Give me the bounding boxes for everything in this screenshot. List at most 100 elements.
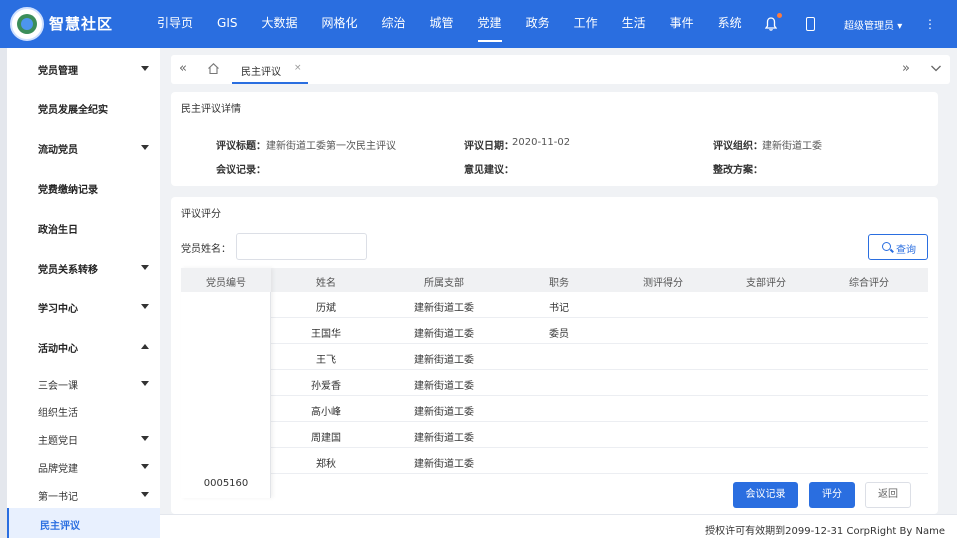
table-cell: 建新街道工委	[414, 381, 474, 392]
table-row[interactable]: 周建国 建新街道工委	[181, 422, 928, 448]
table-header: 姓名 所属支部 职务 测评得分 支部评分 综合评分	[181, 268, 928, 292]
license-text: 授权许可有效期到2099-12-31 CorpRight By Name	[705, 526, 945, 537]
sidebar-item[interactable]: 政治生日	[7, 221, 160, 236]
chevron-down-icon	[141, 304, 149, 309]
sidebar-item-active[interactable]: 民主评议	[7, 508, 160, 538]
tab-democratic-review[interactable]: 民主评议 ×	[232, 55, 308, 84]
back-button[interactable]: 返回	[865, 482, 911, 508]
chevron-down-icon	[141, 381, 149, 386]
column-header: 所属支部	[424, 278, 464, 289]
column-header-member-id: 党员编号	[206, 278, 246, 289]
nav-item[interactable]: 大数据	[249, 0, 309, 48]
table-row[interactable]: 王国华 建新街道工委 委员	[181, 318, 928, 344]
chevron-down-icon[interactable]	[930, 62, 942, 78]
chevron-down-icon	[141, 436, 149, 441]
table-row[interactable]: 历斌 建新街道工委 书记	[181, 292, 928, 318]
table-cell: 郑秋	[316, 459, 336, 470]
record-label: 会议记录：	[216, 165, 266, 176]
search-icon	[882, 242, 891, 251]
table-cell: 建新街道工委	[414, 433, 474, 444]
nav-item[interactable]: 事件	[658, 0, 706, 48]
chevron-down-icon	[141, 66, 149, 71]
score-button[interactable]: 评分	[809, 482, 855, 508]
nav-item[interactable]: 引导页	[145, 0, 205, 48]
sidebar: 民主评议 党员管理党员发展全纪实 流动党员党费缴纳记录 政治生日党员关系转移 学习中心…	[0, 48, 160, 538]
chevron-down-icon: ▾	[897, 21, 903, 32]
mobile-icon[interactable]	[806, 17, 815, 31]
nav-item[interactable]: 工作	[562, 0, 610, 48]
username: 超级管理员	[844, 21, 894, 32]
column-header: 职务	[549, 278, 569, 289]
nav-item[interactable]: 政务	[514, 0, 562, 48]
member-name-input[interactable]	[236, 233, 367, 260]
table-row[interactable]: 王飞 建新街道工委	[181, 344, 928, 370]
nav-item[interactable]: 系统	[706, 0, 754, 48]
org-label: 评议组织：	[713, 141, 763, 152]
sidebar-item[interactable]: 党员发展全纪实	[7, 101, 160, 116]
sidebar-subitem[interactable]: 组织生活	[7, 404, 160, 419]
nav-item[interactable]: 城管	[418, 0, 466, 48]
tab-bar: « 民主评议 × »	[171, 55, 950, 84]
sidebar-item[interactable]: 学习中心	[7, 300, 160, 315]
main-nav: 引导页 GIS 大数据 网格化 综治 城管 党建 政务 工作 生活 事件 系统	[145, 0, 754, 48]
table-cell: 委员	[549, 329, 569, 340]
sidebar-item[interactable]: 流动党员	[7, 141, 160, 156]
user-menu[interactable]: 超级管理员 ▾	[844, 17, 902, 32]
sidebar-item[interactable]: 党员管理	[7, 62, 160, 77]
column-header: 支部评分	[746, 278, 786, 289]
name-filter-label: 党员姓名：	[181, 244, 231, 255]
notification-bell-icon[interactable]	[764, 13, 782, 31]
table-cell: 书记	[549, 303, 569, 314]
double-chevron-left-icon[interactable]: «	[179, 62, 187, 76]
column-header: 综合评分	[849, 278, 889, 289]
suggestion-label: 意见建议：	[464, 165, 514, 176]
sidebar-subitem[interactable]: 第一书记	[7, 488, 160, 503]
sidebar-item[interactable]: 党员关系转移	[7, 261, 160, 276]
double-chevron-right-icon[interactable]: »	[902, 62, 910, 76]
column-header: 测评得分	[643, 278, 683, 289]
chevron-up-icon	[141, 344, 149, 349]
home-icon[interactable]	[207, 62, 220, 79]
review-detail-card: 民主评议详情 评议标题： 建新街道工委第一次民主评议 评议日期： 2020-11…	[171, 92, 938, 186]
meeting-record-button[interactable]: 会议记录	[733, 482, 798, 508]
detail-title: 民主评议详情	[181, 104, 241, 115]
table-cell: 孙爱香	[311, 381, 341, 392]
table-cell: 周建国	[311, 433, 341, 444]
rectification-label: 整改方案：	[713, 165, 763, 176]
more-menu-icon[interactable]: ⋮	[924, 17, 936, 31]
table-cell: 建新街道工委	[414, 303, 474, 314]
table-cell: 王国华	[311, 329, 341, 340]
close-icon[interactable]: ×	[294, 63, 302, 73]
table-row[interactable]: 郑秋 建新街道工委	[181, 448, 928, 474]
chevron-down-icon	[141, 265, 149, 270]
sidebar-item[interactable]: 党费缴纳记录	[7, 181, 160, 196]
sidebar-item[interactable]: 活动中心	[7, 340, 160, 355]
chevron-down-icon	[141, 464, 149, 469]
top-navbar: 智慧社区 引导页 GIS 大数据 网格化 综治 城管 党建 政务 工作 生活 事件 系统 超级管理员 …	[0, 0, 957, 48]
table-row[interactable]: 孙爱香 建新街道工委	[181, 370, 928, 396]
footer: 授权许可有效期到2099-12-31 CorpRight By Name	[160, 514, 957, 538]
fixed-id-column: 党员编号 0005160	[181, 268, 271, 498]
nav-item[interactable]: 党建	[466, 0, 514, 48]
table-cell: 高小峰	[311, 407, 341, 418]
table-cell: 建新街道工委	[414, 355, 474, 366]
query-button[interactable]: 查询	[868, 234, 928, 260]
sidebar-subitem[interactable]: 三会一课	[7, 377, 160, 392]
nav-item[interactable]: 生活	[610, 0, 658, 48]
community-logo-icon[interactable]	[10, 7, 44, 41]
nav-item[interactable]: 网格化	[310, 0, 370, 48]
scoring-title: 评议评分	[181, 209, 221, 220]
topic-label: 评议标题：	[216, 141, 266, 152]
sidebar-subitem[interactable]: 品牌党建	[7, 460, 160, 475]
notification-dot	[777, 13, 782, 18]
nav-item[interactable]: 综治	[370, 0, 418, 48]
chevron-down-icon	[141, 492, 149, 497]
nav-item[interactable]: GIS	[205, 0, 249, 48]
table-cell: 建新街道工委	[414, 459, 474, 470]
table-row[interactable]: 高小峰 建新街道工委	[181, 396, 928, 422]
scoring-card: 评议评分 党员姓名： 查询 姓名 所属支部 职务 测评得分 支部评分 综合评分 历斌 建新街…	[171, 197, 938, 514]
table-cell: 建新街道工委	[414, 407, 474, 418]
table-cell: 王飞	[316, 355, 336, 366]
sidebar-subitem[interactable]: 主题党日	[7, 432, 160, 447]
table-cell: 历斌	[316, 303, 336, 314]
